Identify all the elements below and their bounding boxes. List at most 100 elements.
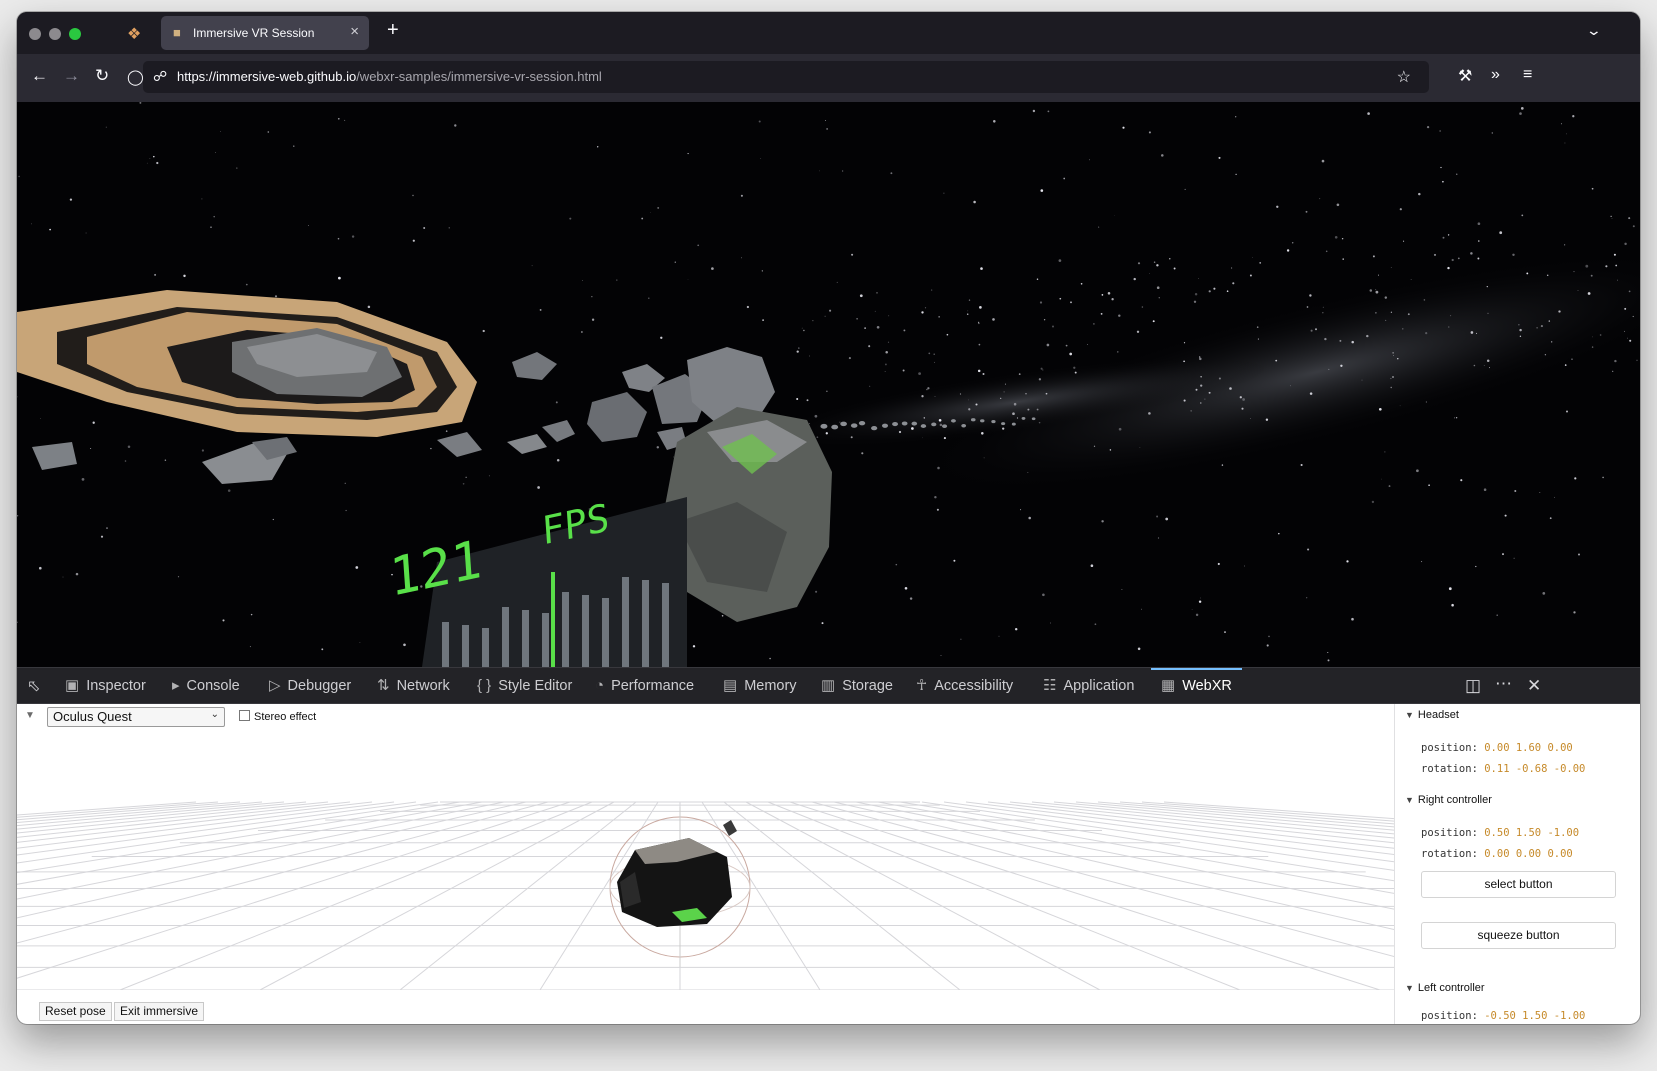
devtools-tab-performance[interactable]: ◔ Performance	[595, 668, 694, 704]
element-picker-icon[interactable]: ⬁	[27, 676, 40, 696]
headset-section-header[interactable]: ▼ Headset	[1405, 709, 1459, 721]
url-host: https://immersive-web.github.io	[177, 69, 357, 84]
devtools-tab-label: Inspector	[86, 678, 146, 694]
rotation-value: 0.00 0.00 0.00	[1484, 848, 1573, 860]
minimize-window-button[interactable]	[49, 28, 61, 40]
devtools-tab-label: Style Editor	[498, 678, 573, 694]
devtools-tab-label: WebXR	[1182, 678, 1232, 694]
performance-icon: ◔	[595, 677, 605, 694]
position-label: position:	[1421, 1010, 1478, 1022]
vr-scene-render: 121 FPS	[17, 102, 1640, 667]
rotation-value: 0.11 -0.68 -0.00	[1484, 763, 1586, 775]
select-button[interactable]: select button	[1421, 871, 1616, 898]
devtools-tab-label: Storage	[842, 678, 893, 694]
headset-rotation: rotation: 0.11 -0.68 -0.00	[1421, 763, 1585, 775]
accessibility-icon: ☥	[916, 677, 928, 694]
devtools-tab-storage[interactable]: ▥ Storage	[821, 668, 893, 704]
firefox-view-icon[interactable]: ❖	[127, 24, 141, 44]
expand-triangle-icon: ▼	[1405, 795, 1414, 805]
devtools-tab-style-editor[interactable]: { } Style Editor	[477, 668, 572, 704]
devtools-tab-webxr[interactable]: ▦ WebXR	[1151, 668, 1242, 704]
emulator-3d-scene[interactable]	[17, 732, 1394, 990]
new-tab-button[interactable]: +	[387, 19, 399, 42]
reload-icon[interactable]: ↻	[95, 66, 109, 86]
reset-pose-button[interactable]: Reset pose	[39, 1002, 112, 1021]
devtools-tab-inspector[interactable]: ▣ Inspector	[65, 668, 146, 704]
device-properties-sidebar: ▼ Headset position: 0.00 1.60 0.00 rotati…	[1395, 704, 1640, 1024]
devtools-tab-label: Memory	[744, 678, 797, 694]
squeeze-button[interactable]: squeeze button	[1421, 922, 1616, 949]
more-options-icon[interactable]: ⋯	[1495, 674, 1512, 694]
wrench-icon[interactable]: ⚒	[1458, 66, 1472, 86]
position-value: -0.50 1.50 -1.00	[1484, 1010, 1586, 1022]
right-controller-title: Right controller	[1417, 794, 1492, 806]
navigation-toolbar: ← → ↻ ◯ ☍ https://immersive-web.github.i…	[17, 54, 1640, 102]
maximize-window-button[interactable]	[69, 28, 81, 40]
headset-position: position: 0.00 1.60 0.00	[1421, 742, 1573, 754]
address-bar[interactable]: ◯ ☍ https://immersive-web.github.io/webx…	[127, 61, 1429, 93]
forward-arrow-icon[interactable]: →	[63, 66, 80, 86]
right-controller-position: position: 0.50 1.50 -1.00	[1421, 827, 1579, 839]
devtools-tab-application[interactable]: ☷ Application	[1043, 668, 1134, 704]
devtools-tab-label: Performance	[611, 678, 695, 694]
browser-tab-active[interactable]: ■ Immersive VR Session ×	[161, 16, 369, 50]
left-controller-section-header[interactable]: ▼ Left controller	[1405, 982, 1485, 994]
application-icon: ☷	[1043, 677, 1057, 694]
debugger-icon: ▷	[269, 677, 281, 694]
close-tab-icon[interactable]: ×	[350, 23, 359, 40]
devtools-tab-label: Application	[1063, 678, 1135, 694]
webxr-scene-viewport[interactable]: 121 FPS	[17, 102, 1640, 667]
device-select[interactable]: Oculus Quest ⌄	[47, 707, 225, 727]
webxr-icon: ▦	[1161, 677, 1176, 694]
tracking-protection-shield-icon[interactable]: ◯	[127, 68, 144, 86]
url-path: /webxr-samples/immersive-vr-session.html	[356, 69, 602, 84]
console-icon: ▸	[172, 677, 180, 694]
devtools-tab-debugger[interactable]: ▷ Debugger	[269, 668, 351, 704]
app-menu-icon[interactable]: ≡	[1523, 66, 1532, 84]
devtools-tab-accessibility[interactable]: ☥ Accessibility	[916, 668, 1013, 704]
style-editor-icon: { }	[477, 677, 492, 694]
expand-triangle-icon: ▼	[1405, 710, 1414, 720]
collapse-toggle-icon[interactable]: ▼	[25, 710, 35, 721]
devtools-tab-label: Console	[186, 678, 240, 694]
position-value: 0.00 1.60 0.00	[1484, 742, 1573, 754]
dock-side-icon[interactable]: ◫	[1465, 676, 1481, 696]
bookmark-star-icon[interactable]: ☆	[1397, 67, 1411, 87]
right-controller-section-header[interactable]: ▼ Right controller	[1405, 794, 1492, 806]
position-label: position:	[1421, 742, 1478, 754]
fps-graph-marker	[551, 572, 555, 667]
devtools-tab-network[interactable]: ⇅ Network	[377, 668, 450, 704]
url-text[interactable]: https://immersive-web.github.io/webxr-sa…	[177, 69, 602, 84]
close-window-button[interactable]	[29, 28, 41, 40]
headset-title: Headset	[1417, 709, 1459, 721]
position-value: 0.50 1.50 -1.00	[1484, 827, 1580, 839]
position-label: position:	[1421, 827, 1478, 839]
stereo-effect-checkbox[interactable]: Stereo effect	[239, 710, 316, 723]
webxr-favicon-icon: ■	[173, 25, 181, 40]
webxr-panel: ▼ Oculus Quest ⌄ Stereo effect Reset pos…	[17, 704, 1640, 1024]
tab-strip: ❖ ■ Immersive VR Session × + ⌄	[17, 12, 1640, 54]
right-controller-rotation: rotation: 0.00 0.00 0.00	[1421, 848, 1573, 860]
close-devtools-icon[interactable]: ✕	[1527, 676, 1541, 696]
devtools-tab-console[interactable]: ▸ Console	[172, 668, 240, 704]
memory-icon: ▤	[723, 677, 738, 694]
webxr-emulator-view: ▼ Oculus Quest ⌄ Stereo effect Reset pos…	[17, 704, 1395, 1024]
device-select-value: Oculus Quest	[53, 709, 132, 724]
chevron-down-icon: ⌄	[210, 709, 219, 720]
rotation-label: rotation:	[1421, 848, 1478, 860]
list-tabs-chevron-icon[interactable]: ⌄	[1586, 22, 1602, 39]
left-controller-title: Left controller	[1417, 982, 1485, 994]
inspector-icon: ▣	[65, 677, 80, 694]
lock-icon[interactable]: ☍	[153, 68, 167, 85]
rotation-label: rotation:	[1421, 763, 1478, 775]
network-icon: ⇅	[377, 677, 390, 694]
devtools-tab-memory[interactable]: ▤ Memory	[723, 668, 797, 704]
devtools-tab-label: Accessibility	[934, 678, 1014, 694]
checkbox-box[interactable]	[239, 710, 250, 721]
browser-window: ❖ ■ Immersive VR Session × + ⌄ ← → ↻ ◯ ☍…	[17, 12, 1640, 1024]
tab-title: Immersive VR Session	[193, 26, 315, 40]
stereo-effect-label: Stereo effect	[254, 711, 317, 723]
overflow-chevrons-icon[interactable]: »	[1491, 66, 1500, 84]
back-arrow-icon[interactable]: ←	[31, 66, 48, 86]
exit-immersive-button[interactable]: Exit immersive	[114, 1002, 205, 1021]
